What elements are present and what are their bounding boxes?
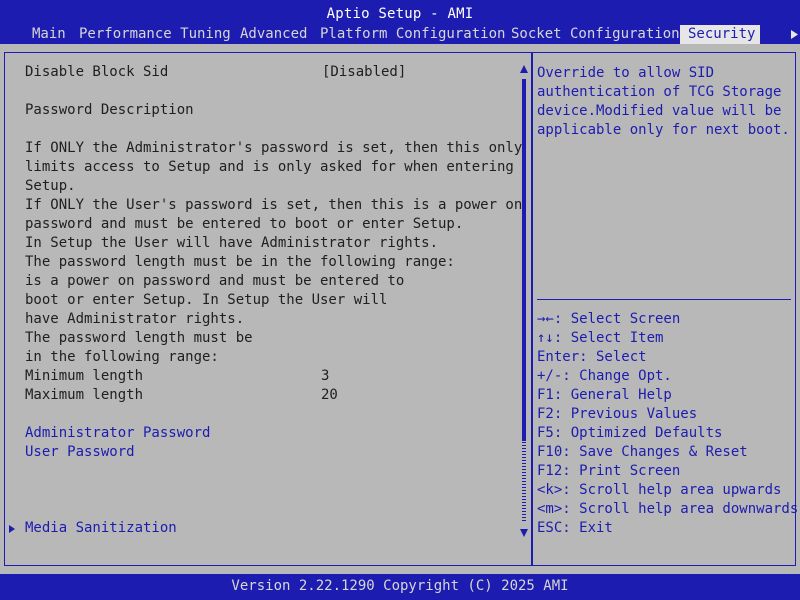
pane-divider xyxy=(531,53,533,565)
password-description-title: Password Description xyxy=(25,102,194,118)
description-line: have Administrator rights. xyxy=(25,311,245,327)
tab-bar: Main Performance Tuning Advanced Platfor… xyxy=(0,25,800,44)
key-f5: F5: Optimized Defaults xyxy=(537,425,723,441)
tab-performance-tuning[interactable]: Performance Tuning xyxy=(71,25,239,44)
tab-advanced[interactable]: Advanced xyxy=(232,25,315,44)
description-line: Setup. xyxy=(25,178,76,194)
scroll-up-icon[interactable] xyxy=(520,65,528,73)
key-f2: F2: Previous Values xyxy=(537,406,698,422)
minimum-length-label: Minimum length xyxy=(25,368,144,384)
tab-security[interactable]: Security xyxy=(680,25,760,44)
description-line: The password length must be in the follo… xyxy=(25,254,455,270)
administrator-password-item[interactable]: Administrator Password xyxy=(25,424,210,443)
disable-block-sid-value[interactable]: [Disabled] xyxy=(322,63,406,82)
tab-main[interactable]: Main xyxy=(24,25,74,44)
description-line: The password length must be xyxy=(25,330,253,346)
tab-scroll-right-icon[interactable] xyxy=(788,27,800,42)
description-line: in the following range: xyxy=(25,349,219,365)
description-line: is a power on password and must be enter… xyxy=(25,273,405,289)
disable-block-sid-label[interactable]: Disable Block Sid xyxy=(25,63,168,82)
settings-pane: Disable Block Sid [Disabled] Password De… xyxy=(5,53,523,565)
key-legend: →←: Select Screen ↑↓: Select Item Enter:… xyxy=(537,310,799,538)
scrollbar[interactable] xyxy=(519,65,529,537)
minimum-length-value: 3 xyxy=(321,368,330,384)
description-line: In Setup the User will have Administrato… xyxy=(25,235,439,251)
user-password-item[interactable]: User Password xyxy=(25,443,135,462)
description-line: boot or enter Setup. In Setup the User w… xyxy=(25,292,388,308)
description-line: If ONLY the Administrator's password is … xyxy=(25,140,523,156)
scrollbar-thumb[interactable] xyxy=(522,79,526,441)
main-panel: Disable Block Sid [Disabled] Password De… xyxy=(4,52,799,566)
key-change-opt: +/-: Change Opt. xyxy=(537,368,672,384)
tab-platform-configuration[interactable]: Platform Configuration xyxy=(312,25,513,44)
footer-version: Version 2.22.1290 Copyright (C) 2025 AMI xyxy=(0,574,800,600)
key-select-item: ↑↓: Select Item xyxy=(537,330,664,346)
header-bar: Aptio Setup - AMI Main Performance Tunin… xyxy=(0,0,800,44)
help-separator xyxy=(537,299,791,300)
app-title: Aptio Setup - AMI xyxy=(326,6,474,22)
help-pane: Override to allow SID authentication of … xyxy=(535,53,799,565)
key-f10: F10: Save Changes & Reset xyxy=(537,444,748,460)
key-f1: F1: General Help xyxy=(537,387,672,403)
maximum-length-value: 20 xyxy=(321,387,338,403)
maximum-length-label: Maximum length xyxy=(25,387,144,403)
submenu-arrow-icon xyxy=(9,525,15,533)
key-select-screen: →←: Select Screen xyxy=(537,311,681,327)
key-scroll-down: <m>: Scroll help area downwards xyxy=(537,501,799,517)
key-f12: F12: Print Screen xyxy=(537,463,681,479)
key-esc: ESC: Exit xyxy=(537,520,613,536)
key-scroll-up: <k>: Scroll help area upwards xyxy=(537,482,782,498)
description-line: If ONLY the User's password is set, then… xyxy=(25,197,523,213)
tab-socket-configuration[interactable]: Socket Configuration xyxy=(503,25,688,44)
scroll-down-icon[interactable] xyxy=(520,529,528,537)
help-text: Override to allow SID authentication of … xyxy=(537,65,790,138)
description-line: password and must be entered to boot or … xyxy=(25,216,464,232)
key-enter: Enter: Select xyxy=(537,349,647,365)
media-sanitization-item[interactable]: Media Sanitization xyxy=(25,519,177,538)
description-line: limits access to Setup and is only asked… xyxy=(25,159,514,175)
